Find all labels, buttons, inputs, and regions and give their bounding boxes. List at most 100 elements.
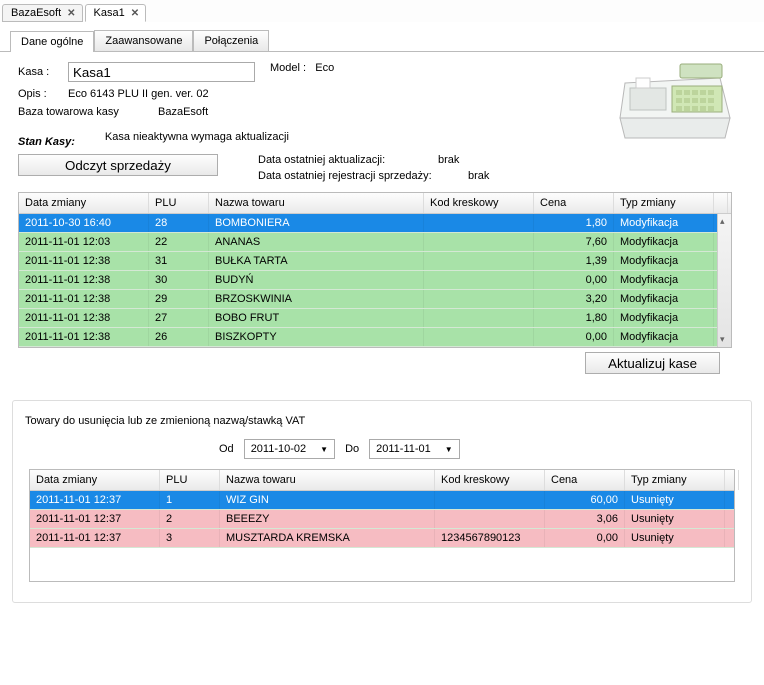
cell-plu: 29 (149, 290, 209, 308)
cell-typ: Modyfikacja (614, 214, 714, 232)
deleted-section: Towary do usunięcia lub ze zmienioną naz… (12, 400, 752, 603)
tab-zaawansowane[interactable]: Zaawansowane (94, 30, 193, 51)
chevron-down-icon: ▼ (445, 445, 453, 454)
baza-value: BazaEsoft (158, 106, 208, 118)
cell-typ: Modyfikacja (614, 271, 714, 289)
cell-cena: 3,06 (545, 510, 625, 528)
cell-typ: Modyfikacja (614, 252, 714, 270)
odczyt-sprzedazy-button[interactable]: Odczyt sprzedaży (18, 154, 218, 176)
col-kod[interactable]: Kod kreskowy (424, 193, 534, 213)
cell-data: 2011-11-01 12:38 (19, 290, 149, 308)
cell-kod (424, 328, 534, 346)
cell-typ: Usunięty (625, 510, 725, 528)
cell-kod (435, 510, 545, 528)
label-stan-kasy: Stan Kasy: (18, 136, 75, 148)
cell-plu: 22 (149, 233, 209, 251)
data-aktualizacji-value: brak (438, 154, 459, 166)
grid-header: Data zmiany PLU Nazwa towaru Kod kreskow… (30, 470, 734, 491)
cell-cena: 7,60 (534, 233, 614, 251)
cell-typ: Modyfikacja (614, 309, 714, 327)
date-to-picker[interactable]: 2011-11-01 ▼ (369, 439, 460, 459)
cell-typ: Modyfikacja (614, 233, 714, 251)
document-tabs: BazaEsoft ✕ Kasa1 ✕ (0, 0, 764, 22)
close-icon[interactable]: ✕ (67, 8, 75, 19)
tab-dane-ogolne[interactable]: Dane ogólne (10, 31, 94, 52)
cell-cena: 1,80 (534, 309, 614, 327)
table-row[interactable]: 2011-11-01 12:3827BOBO FRUT1,80Modyfikac… (19, 309, 731, 328)
chevron-down-icon: ▼ (320, 445, 328, 454)
cell-nazwa: BOBO FRUT (209, 309, 424, 327)
col-cena[interactable]: Cena (534, 193, 614, 213)
label-baza: Baza towarowa kasy (18, 106, 158, 118)
tab-polaczenia[interactable]: Połączenia (193, 30, 269, 51)
model-value: Eco (315, 62, 334, 74)
col-nazwa[interactable]: Nazwa towaru (209, 193, 424, 213)
cell-nazwa: BOMBONIERA (209, 214, 424, 232)
cell-typ: Usunięty (625, 529, 725, 547)
deleted-grid: Data zmiany PLU Nazwa towaru Kod kreskow… (29, 469, 735, 582)
col-plu[interactable]: PLU (149, 193, 209, 213)
model-block: Model : Eco (270, 62, 334, 74)
cell-kod (424, 252, 534, 270)
table-row[interactable]: 2011-11-01 12:3826BISZKOPTY0,00Modyfikac… (19, 328, 731, 347)
cell-nazwa: BEEEZY (220, 510, 435, 528)
col-typ[interactable]: Typ zmiany (614, 193, 714, 213)
cell-plu: 27 (149, 309, 209, 327)
col-nazwa[interactable]: Nazwa towaru (220, 470, 435, 490)
cell-cena: 1,39 (534, 252, 614, 270)
table-row[interactable]: 2011-11-01 12:3831BUŁKA TARTA1,39Modyfik… (19, 252, 731, 271)
cell-nazwa: BRZOSKWINIA (209, 290, 424, 308)
cell-cena: 0,00 (534, 271, 614, 289)
cell-cena: 0,00 (534, 328, 614, 346)
cell-data: 2011-11-01 12:37 (30, 529, 160, 547)
label-data-aktualizacji: Data ostatniej aktualizacji: (258, 154, 438, 166)
col-kod[interactable]: Kod kreskowy (435, 470, 545, 490)
table-row[interactable]: 2011-11-01 12:0322ANANAS 7,60Modyfikacja (19, 233, 731, 252)
stan-value: Kasa nieaktywna wymaga aktualizacji (105, 131, 289, 143)
table-row[interactable]: 2011-10-30 16:4028BOMBONIERA1,80Modyfika… (19, 214, 731, 233)
section-tabs: Dane ogólne Zaawansowane Połączenia (0, 30, 764, 52)
col-plu[interactable]: PLU (160, 470, 220, 490)
close-icon[interactable]: ✕ (131, 8, 139, 19)
panel-dane-ogolne: Kasa : Opis : Eco 6143 PLU II gen. ver. … (0, 52, 764, 390)
cell-data: 2011-11-01 12:38 (19, 252, 149, 270)
table-row[interactable]: 2011-11-01 12:371WIZ GIN60,00Usunięty (30, 491, 734, 510)
col-data[interactable]: Data zmiany (19, 193, 149, 213)
cell-data: 2011-11-01 12:37 (30, 510, 160, 528)
cell-nazwa: BISZKOPTY (209, 328, 424, 346)
aktualizuj-kase-button[interactable]: Aktualizuj kase (585, 352, 720, 374)
label-od: Od (219, 443, 234, 455)
cell-nazwa: MUSZTARDA KREMSKA (220, 529, 435, 547)
grid-header: Data zmiany PLU Nazwa towaru Kod kreskow… (19, 193, 731, 214)
date-filters: Od 2011-10-02 ▼ Do 2011-11-01 ▼ (219, 439, 745, 459)
doc-tab-kasa1[interactable]: Kasa1 ✕ (85, 4, 147, 22)
data-rejestracji-value: brak (468, 170, 489, 182)
label-opis: Opis : (18, 88, 68, 100)
label-data-rejestracji: Data ostatniej rejestracji sprzedaży: (258, 170, 468, 182)
cell-nazwa: BUDYŃ (209, 271, 424, 289)
col-typ[interactable]: Typ zmiany (625, 470, 725, 490)
table-row[interactable]: 2011-11-01 12:3830BUDYŃ0,00Modyfikacja (19, 271, 731, 290)
label-model: Model : (270, 62, 306, 74)
cell-kod (424, 309, 534, 327)
table-row[interactable]: 2011-11-01 12:3829BRZOSKWINIA 3,20Modyfik… (19, 290, 731, 309)
doc-tab-bazaesoft[interactable]: BazaEsoft ✕ (2, 4, 83, 22)
table-row[interactable]: 2011-11-01 12:372BEEEZY 3,06Usunięty (30, 510, 734, 529)
deleted-section-title: Towary do usunięcia lub ze zmienioną naz… (19, 407, 745, 433)
label-kasa: Kasa : (18, 66, 68, 78)
kasa-input[interactable] (68, 62, 255, 82)
cell-data: 2011-11-01 12:03 (19, 233, 149, 251)
scrollbar[interactable] (717, 214, 731, 347)
col-cena[interactable]: Cena (545, 470, 625, 490)
cell-cena: 3,20 (534, 290, 614, 308)
cell-nazwa: ANANAS (209, 233, 424, 251)
cell-cena: 0,00 (545, 529, 625, 547)
cell-plu: 2 (160, 510, 220, 528)
cell-plu: 30 (149, 271, 209, 289)
cell-nazwa: WIZ GIN (220, 491, 435, 509)
table-row[interactable]: 2011-11-01 12:373MUSZTARDA KREMSKA123456… (30, 529, 734, 548)
changes-grid: Data zmiany PLU Nazwa towaru Kod kreskow… (18, 192, 732, 348)
date-from-picker[interactable]: 2011-10-02 ▼ (244, 439, 335, 459)
cell-typ: Modyfikacja (614, 290, 714, 308)
col-data[interactable]: Data zmiany (30, 470, 160, 490)
